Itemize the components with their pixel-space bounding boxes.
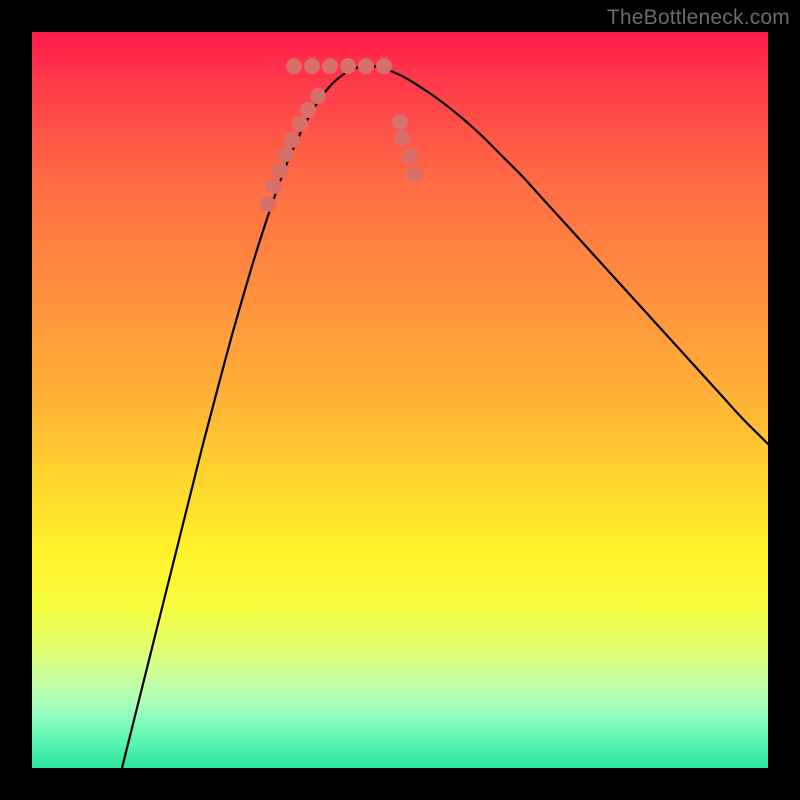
bottleneck-curve [122,66,768,768]
fit-marker [402,148,418,164]
chart-svg [32,32,768,768]
fit-marker [292,116,308,132]
fit-marker [272,162,288,178]
fit-marker [300,102,316,118]
fit-marker [278,146,294,162]
watermark-text: TheBottleneck.com [607,6,790,30]
fit-marker [322,58,338,74]
fit-marker [310,88,326,104]
chart-frame: TheBottleneck.com [0,0,800,800]
fit-marker [284,132,300,148]
fit-marker [260,196,276,212]
fit-marker [304,58,320,74]
chart-plot-area [32,32,768,768]
fit-marker [340,58,356,74]
fit-marker [392,114,408,130]
fit-marker [394,130,410,146]
fit-marker [286,58,302,74]
fit-marker [406,166,422,182]
fit-marker [266,178,282,194]
marker-group [260,58,422,212]
fit-marker [358,58,374,74]
fit-marker [376,58,392,74]
